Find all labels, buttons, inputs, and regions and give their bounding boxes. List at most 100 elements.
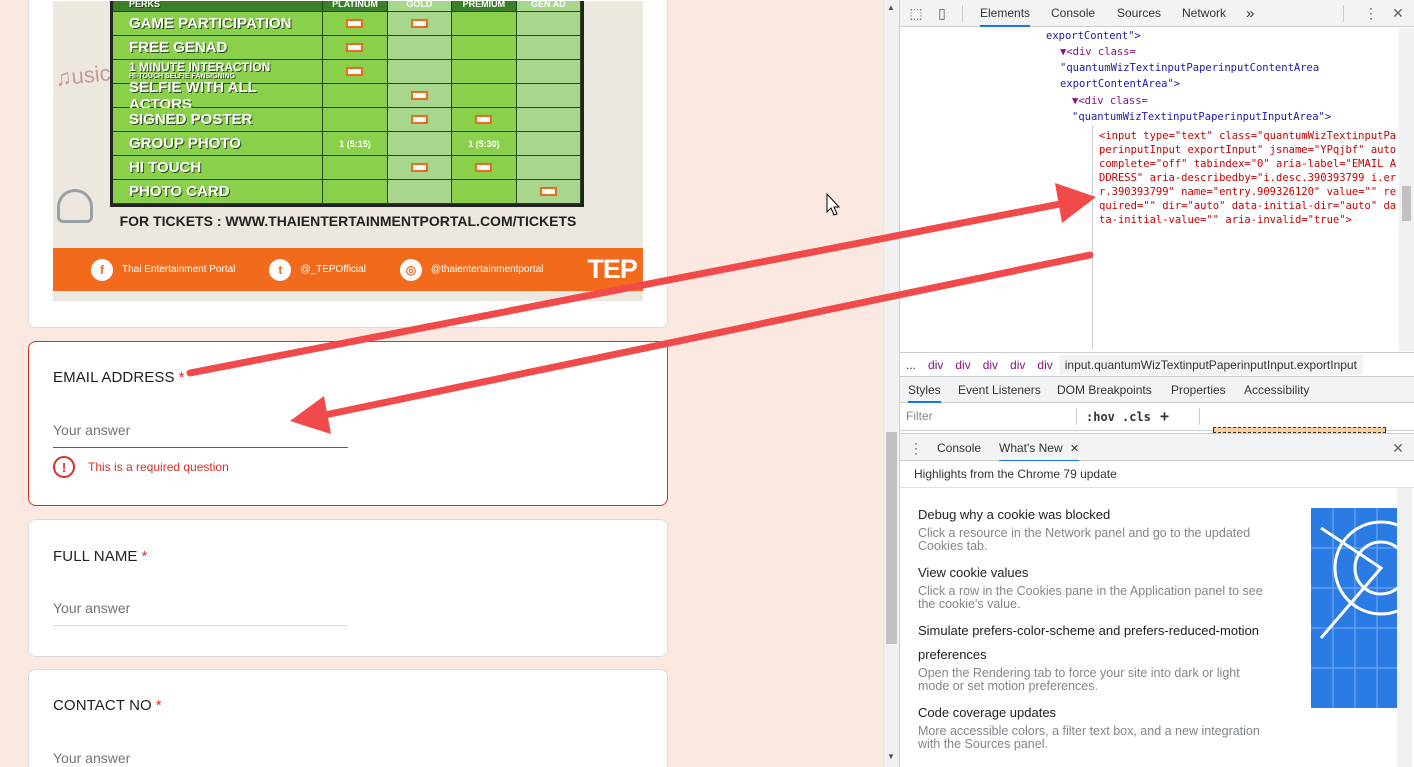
- cls-toggle-button[interactable]: .cls: [1122, 410, 1151, 424]
- tab-event-listeners[interactable]: Event Listeners: [958, 377, 1041, 403]
- page-scrollbar[interactable]: ▲ ▼: [883, 0, 899, 767]
- selected-input-node[interactable]: <input type="text" class="quantumWizText…: [1092, 126, 1398, 350]
- close-devtools-icon[interactable]: ✕: [1390, 5, 1406, 21]
- contact-answer-field[interactable]: [53, 750, 348, 767]
- dom-node[interactable]: exportContent">: [1046, 28, 1141, 45]
- included-checkbox-icon: [410, 163, 428, 172]
- divider: [1343, 5, 1344, 22]
- whats-new-title: View cookie values: [918, 565, 1029, 580]
- blueprint-graphic-icon: [1311, 508, 1399, 708]
- email-question-card: EMAIL ADDRESS* ! This is a required ques…: [28, 341, 668, 506]
- close-tab-icon[interactable]: ✕: [1070, 443, 1079, 455]
- perk-label: HI TOUCH: [129, 159, 202, 176]
- included-checkbox-icon: [410, 115, 428, 124]
- tab-accessibility[interactable]: Accessibility: [1244, 377, 1309, 403]
- breadcrumb-item[interactable]: div: [928, 358, 943, 372]
- whats-new-title: Code coverage updates: [918, 705, 1057, 720]
- divider: [962, 5, 963, 22]
- new-style-rule-button[interactable]: +: [1160, 407, 1169, 425]
- perk-label: SIGNED POSTER: [129, 111, 253, 128]
- device-toolbar-icon[interactable]: ▯: [934, 5, 950, 21]
- email-answer-field[interactable]: [53, 422, 348, 448]
- scroll-up-icon[interactable]: ▲: [887, 3, 895, 12]
- email-input[interactable]: [53, 422, 348, 438]
- perk-name: PHOTO CARD: [113, 180, 324, 203]
- tier-cell: [323, 84, 388, 107]
- breadcrumb-selected[interactable]: input.quantumWizTextinputPaperinputInput…: [1058, 354, 1363, 375]
- tier-cell: [516, 132, 582, 155]
- whats-new-title: Debug why a cookie was blocked: [918, 507, 1111, 522]
- tab-dom-breakpoints[interactable]: DOM Breakpoints: [1057, 377, 1152, 403]
- whats-new-list: Debug why a cookie was blocked Click a r…: [918, 503, 1263, 759]
- tab-properties[interactable]: Properties: [1171, 377, 1226, 403]
- breadcrumb-item[interactable]: div: [983, 358, 998, 372]
- perk-label: GROUP PHOTO: [129, 135, 241, 152]
- email-title: EMAIL ADDRESS: [53, 369, 175, 386]
- styles-filter-row: :hov .cls +: [900, 403, 1414, 433]
- tab-elements[interactable]: Elements: [980, 0, 1031, 27]
- tier-cell: 1 (5:15): [323, 132, 388, 155]
- whats-new-item[interactable]: Code coverage updates More accessible co…: [918, 701, 1263, 751]
- whats-new-scrollbar[interactable]: [1397, 488, 1412, 767]
- twitter-icon: t: [269, 258, 292, 281]
- tier-cell: [516, 36, 582, 59]
- full-name-question-card: FULL NAME *: [28, 519, 668, 657]
- tier-cell: [387, 156, 453, 179]
- perk-label: FREE GENAD: [129, 39, 228, 56]
- full-name-input[interactable]: [53, 600, 348, 616]
- dom-node-attr[interactable]: "quantumWizTextinputPaperinputInputArea"…: [1072, 109, 1331, 126]
- tier-note: 1 (5:30): [468, 138, 500, 149]
- tier-cell: [387, 60, 453, 83]
- tier-cell: [387, 84, 453, 107]
- breadcrumb-item[interactable]: ...: [906, 358, 916, 372]
- drawer-tab-console[interactable]: Console: [937, 434, 981, 462]
- tab-console[interactable]: Console: [1051, 0, 1095, 27]
- perk-rows: GAME PARTICIPATION FREE GENAD 1 MINUTE INT…: [113, 12, 582, 204]
- whats-new-desc: Click a row in the Cookies pane in the A…: [918, 584, 1263, 611]
- tier-cell: [516, 180, 582, 203]
- kebab-menu-icon[interactable]: ⋮: [1363, 5, 1379, 21]
- tier-cell: [516, 12, 582, 35]
- drawer-tab-whats-new[interactable]: What's New ✕: [999, 434, 1080, 462]
- whats-new-item[interactable]: View cookie values Click a row in the Co…: [918, 561, 1263, 611]
- tier-cell: [387, 12, 453, 35]
- scroll-down-icon[interactable]: ▼: [887, 752, 895, 761]
- styles-filter-input[interactable]: [906, 409, 1066, 423]
- instagram-link: ◎ @thaientertainmentportal: [399, 258, 544, 281]
- whats-new-desc: Open the Rendering tab to force your sit…: [918, 666, 1240, 693]
- more-tabs-icon[interactable]: »: [1246, 0, 1254, 27]
- tab-styles[interactable]: Styles: [908, 377, 941, 403]
- tier-header: GOLD: [387, 1, 453, 11]
- dom-node-attr[interactable]: "quantumWizTextinputPaperinputContentAre…: [1060, 60, 1319, 77]
- page-scroll-thumb[interactable]: [886, 432, 897, 644]
- perk-label: PHOTO CARD: [129, 183, 230, 200]
- instagram-handle: @thaientertainmentportal: [430, 264, 544, 275]
- tier-cell: [516, 156, 582, 179]
- included-checkbox-icon: [346, 19, 364, 28]
- hov-toggle-button[interactable]: :hov: [1086, 410, 1115, 424]
- breadcrumb-item[interactable]: div: [955, 358, 970, 372]
- tier-cell: 1 (5:30): [452, 132, 517, 155]
- dom-node-attr[interactable]: exportContentArea">: [1060, 76, 1180, 93]
- tab-sources[interactable]: Sources: [1117, 0, 1161, 27]
- dom-node[interactable]: ▼<div class=: [1060, 44, 1136, 61]
- tier-header: PLATINUM: [323, 1, 388, 11]
- dom-node[interactable]: ▼<div class=: [1072, 93, 1148, 110]
- required-asterisk: *: [155, 697, 162, 714]
- close-drawer-icon[interactable]: ✕: [1390, 440, 1406, 456]
- twitter-handle: @_TEPOfficial: [300, 264, 366, 275]
- inspect-element-icon[interactable]: ⬚: [908, 5, 924, 21]
- tier-cell: [387, 180, 453, 203]
- drawer-menu-icon[interactable]: ⋮: [908, 440, 924, 456]
- dom-tree-scroll-thumb[interactable]: [1402, 186, 1411, 221]
- tab-network[interactable]: Network: [1182, 0, 1226, 27]
- contact-input[interactable]: [53, 750, 348, 766]
- breadcrumb-item[interactable]: div: [1037, 358, 1052, 372]
- breadcrumb-item[interactable]: div: [1010, 358, 1025, 372]
- whats-new-panel: Highlights from the Chrome 79 update Deb…: [900, 461, 1414, 767]
- contact-title: CONTACT NO: [53, 697, 152, 714]
- full-name-answer-field[interactable]: [53, 600, 348, 626]
- dom-tree-scrollbar[interactable]: [1399, 28, 1414, 351]
- whats-new-item[interactable]: Simulate prefers-color-scheme and prefer…: [918, 619, 1263, 693]
- whats-new-item[interactable]: Debug why a cookie was blocked Click a r…: [918, 503, 1263, 553]
